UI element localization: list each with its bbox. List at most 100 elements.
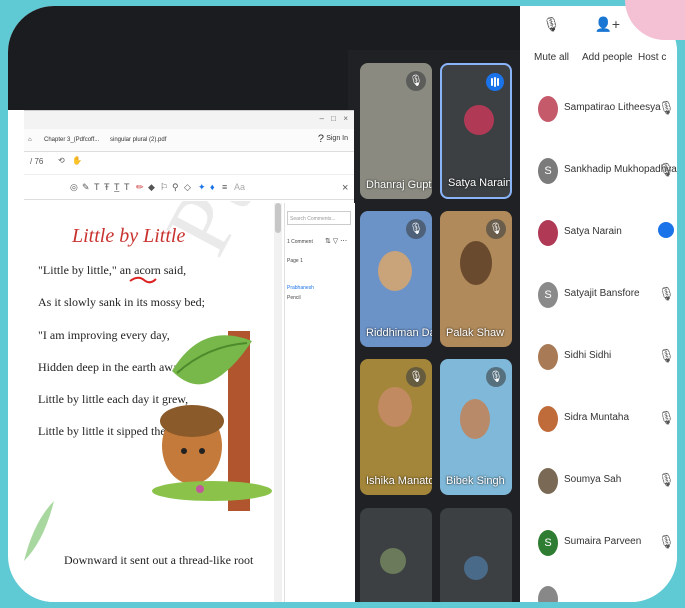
mute-all-label: Mute all <box>534 52 570 63</box>
participant-name: Sidra Muntaha <box>564 412 630 423</box>
tab-chapter[interactable]: Chapter 3_(Pdfcoff... <box>44 137 99 143</box>
mic-off-icon[interactable]: 🎙 <box>658 348 675 364</box>
avatar <box>538 586 558 602</box>
avatar <box>464 556 488 580</box>
maximize-icon[interactable]: □ <box>331 114 336 123</box>
home-icon[interactable]: ⌂ <box>28 137 32 143</box>
mic-off-icon[interactable]: 🎙 <box>658 286 675 302</box>
minimize-icon[interactable]: – <box>320 114 324 123</box>
mic-off-icon[interactable]: 🎙 <box>658 162 675 178</box>
avatar <box>380 548 406 574</box>
stamp-icon[interactable]: ⚐ <box>160 182 168 193</box>
participant-row[interactable]: Sampatirao Litheesya 🎙 <box>530 94 677 124</box>
eraser-icon[interactable]: ◆ <box>148 182 155 193</box>
mic-off-icon[interactable]: 🎙 <box>658 534 675 550</box>
participant-name: Soumya Sah <box>564 474 622 485</box>
video-tile[interactable] <box>360 508 432 602</box>
participant-face <box>460 399 490 439</box>
sign-in-button[interactable]: Sign In <box>326 135 348 142</box>
attach-icon[interactable]: ⚲ <box>172 182 179 193</box>
window-title-bar: – □ × <box>24 111 354 129</box>
mic-off-icon[interactable]: 🎙 <box>658 472 675 488</box>
text-box-icon[interactable]: T <box>124 182 130 192</box>
annotation-toolbar: ◎ ✎ T Ŧ T̲ T ✏ ◆ ⚐ ⚲ ◇ ✦ ♦ ≡ Aa × <box>24 175 354 200</box>
mic-off-icon[interactable]: 🎙 <box>658 410 675 426</box>
avatar <box>464 105 494 135</box>
participant-name: Satyajit Bansfore <box>564 288 640 299</box>
participant-name: Dhanraj Gupta <box>366 179 432 191</box>
pin-icon[interactable]: ✦ <box>198 182 206 193</box>
video-tile[interactable] <box>440 508 512 602</box>
poem-line: "Little by little," an acorn said, <box>38 263 187 277</box>
underline-icon[interactable]: T̲ <box>114 182 120 192</box>
shape-icon[interactable]: ◇ <box>184 182 191 193</box>
participant-row[interactable]: Soumya Sah 🎙 <box>530 466 677 496</box>
video-tile-speaking[interactable]: Satya Narain <box>440 63 512 199</box>
participant-row[interactable]: S Sumaira Parveen 🎙 <box>530 528 677 558</box>
add-people-button[interactable]: 👤+ Add people <box>582 16 633 63</box>
participant-row[interactable]: S Satyajit Bansfore 🎙 <box>530 280 677 310</box>
video-tile[interactable]: 🎙 Ishika Manato <box>360 359 432 495</box>
scroll-thumb[interactable] <box>275 203 281 233</box>
comment-count: 1 Comment <box>287 239 313 245</box>
sort-icon[interactable]: ⇅ ▽ ⋯ <box>325 237 347 245</box>
rotate-icon[interactable]: ⟲ <box>58 156 65 165</box>
participant-name: Palak Shaw <box>446 327 505 339</box>
participant-name: Bibek Singh <box>446 475 505 487</box>
mic-off-icon: 🎙 <box>542 16 561 32</box>
participant-name: Riddhiman Das <box>366 327 432 339</box>
comment-author: Prabhanesh <box>287 285 314 291</box>
pdf-viewer-window: – □ × ⌂ Chapter 3_(Pdfcoff... singular p… <box>24 110 355 602</box>
participant-row[interactable] <box>530 584 677 602</box>
video-tile[interactable]: 🎙 Riddhiman Das <box>360 211 432 347</box>
mic-off-icon: 🎙 <box>486 219 506 239</box>
mic-off-icon[interactable]: 🎙 <box>658 100 675 116</box>
add-person-icon: 👤+ <box>594 16 621 32</box>
poem-title: Little by Little <box>72 225 186 247</box>
add-people-label: Add people <box>582 52 633 63</box>
video-tile[interactable]: 🎙 Bibek Singh <box>440 359 512 495</box>
close-icon[interactable]: × <box>343 114 348 123</box>
participant-face <box>378 251 412 291</box>
pdf-page: Publishe Little by Little "Little by lit… <box>24 201 274 602</box>
participant-name: Sumaira Parveen <box>564 536 642 547</box>
close-toolbar-icon[interactable]: × <box>342 182 348 194</box>
mic-off-icon: 🎙 <box>486 367 506 387</box>
mute-all-button[interactable]: 🎙 Mute all <box>534 16 569 63</box>
page-nav-icon[interactable]: / 76 <box>30 157 43 166</box>
hand-tool-icon[interactable]: ✋ <box>72 156 82 165</box>
speaking-indicator-icon <box>658 222 674 238</box>
fill-icon[interactable]: ♦ <box>210 182 215 192</box>
participant-face <box>378 387 412 427</box>
avatar <box>538 406 558 432</box>
participant-row[interactable]: Sidhi Sidhi 🎙 <box>530 342 677 372</box>
text-tool-icon[interactable]: T <box>94 182 100 192</box>
video-tile[interactable]: 🎙 Dhanraj Gupta <box>360 63 432 199</box>
leaf-decoration <box>24 501 54 561</box>
mic-off-icon: 🎙 <box>406 219 426 239</box>
avatar <box>538 468 558 494</box>
comment-search-input[interactable]: Search Comments... <box>287 211 351 225</box>
tab-singular-plural[interactable]: singular plural (2).pdf <box>110 137 166 143</box>
font-icon[interactable]: Aa <box>234 182 245 192</box>
pen-icon[interactable]: ✎ <box>82 182 90 193</box>
page-nav-row: / 76 ⟲ ✋ <box>24 152 354 175</box>
menu-icon[interactable]: ≡ <box>222 182 227 192</box>
participant-name: Satya Narain <box>448 177 512 189</box>
participant-row[interactable]: Satya Narain <box>530 218 677 248</box>
pencil-icon[interactable]: ✏ <box>136 182 144 193</box>
participant-name: Sampatirao Litheesya <box>564 102 661 113</box>
people-panel: 🎙 Mute all 👤+ Add people Host c Sampatir… <box>520 6 677 602</box>
comment-icon[interactable]: ◎ <box>70 182 78 193</box>
mic-off-icon: 🎙 <box>406 367 426 387</box>
poem-line: Downward it sent out a thread-like root <box>64 553 254 567</box>
participant-name: Satya Narain <box>564 226 622 237</box>
mic-off-icon: 🎙 <box>406 71 426 91</box>
page-scrollbar[interactable] <box>274 203 282 602</box>
strikethrough-icon[interactable]: Ŧ <box>104 182 110 192</box>
participant-row[interactable]: Sidra Muntaha 🎙 <box>530 404 677 434</box>
video-tile[interactable]: 🎙 Palak Shaw <box>440 211 512 347</box>
participant-row[interactable]: S Sankhadip Mukhopadhyay 🎙 <box>530 156 677 186</box>
help-icon[interactable]: ? <box>318 133 324 145</box>
poem-line: "I am improving every day, <box>38 328 170 342</box>
